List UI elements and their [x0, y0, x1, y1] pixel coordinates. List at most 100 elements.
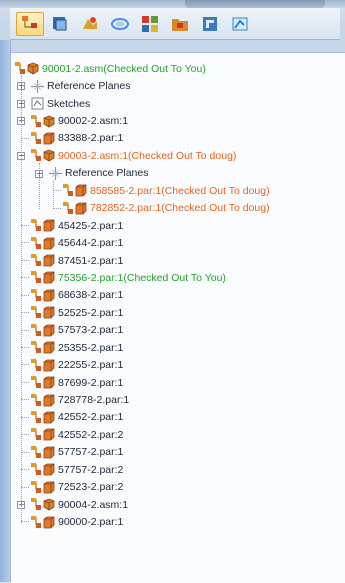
tree-item-label: 728778-2.par:1 — [58, 394, 130, 407]
tree-connector — [21, 521, 29, 523]
pathfinder-toolbar — [10, 8, 340, 40]
parts-library-button[interactable] — [76, 12, 104, 36]
tree-item[interactable]: 52525-2.par:1 — [11, 304, 345, 321]
parts-library-icon — [80, 14, 100, 34]
tree-item-label: 87699-2.par:1 — [58, 376, 124, 389]
tree-connector — [21, 451, 29, 453]
tree-connector — [21, 381, 29, 383]
tree-item-label: 90000-2.par:1 — [58, 516, 124, 529]
tree-item-label: 57757-2.par:1 — [58, 446, 124, 459]
tree-item-label: 90001-2.asm(Checked Out To You) — [42, 62, 206, 75]
tree-item-label: 858585-2.par:1(Checked Out To doug) — [90, 184, 270, 197]
part-icon — [31, 271, 55, 284]
tree-item[interactable]: 45644-2.par:1 — [11, 234, 345, 251]
layers-button[interactable] — [46, 12, 74, 36]
assembly-icon — [15, 62, 39, 75]
layers-icon — [50, 14, 70, 34]
part-icon — [31, 358, 55, 372]
part-icon — [63, 201, 87, 215]
tree-item[interactable]: 68638-2.par:1 — [11, 287, 345, 304]
tree-item-label: 57573-2.par:1 — [58, 324, 124, 337]
tree-connector — [21, 486, 29, 488]
pathfinder-tree-pane: 90001-2.asm(Checked Out To You) + Referen… — [11, 52, 345, 583]
features-button[interactable] — [106, 12, 134, 36]
part-icon — [31, 445, 55, 459]
part-icon — [31, 410, 55, 424]
tree-connector — [21, 329, 29, 331]
tree-item-label: 90003-2.asm:1(Checked Out To doug) — [58, 149, 237, 162]
tree-item[interactable]: − 90003-2.asm:1(Checked Out To doug) — [11, 147, 345, 164]
tree-item[interactable]: 57573-2.par:1 — [11, 322, 345, 339]
tree-item-label: 782852-2.par:1(Checked Out To doug) — [90, 202, 270, 215]
tree-item[interactable]: 72523-2.par:2 — [11, 479, 345, 496]
colors-button[interactable] — [136, 12, 164, 36]
tree-item-label: Reference Planes — [65, 167, 149, 180]
folder-button[interactable] — [166, 12, 194, 36]
folder-icon — [170, 14, 190, 34]
tree-item[interactable]: 45425-2.par:1 — [11, 217, 345, 234]
assembly-tree: 90001-2.asm(Checked Out To You) + Referen… — [11, 53, 345, 531]
part-icon — [31, 463, 55, 476]
tree-item[interactable]: 858585-2.par:1(Checked Out To doug) — [11, 182, 345, 199]
tree-item-label: 57757-2.par:2 — [58, 463, 124, 476]
tree-connector — [21, 347, 29, 348]
tree-connector — [53, 180, 54, 209]
tree-item[interactable]: 22255-2.par:1 — [11, 356, 345, 373]
part-icon — [31, 428, 55, 441]
sketch-view-button[interactable] — [226, 12, 254, 36]
sketches-icon — [31, 97, 44, 110]
tree-item[interactable]: 57757-2.par:2 — [11, 461, 345, 478]
tree-connector — [21, 416, 29, 418]
tree-item[interactable]: 782852-2.par:1(Checked Out To doug) — [11, 200, 345, 217]
part-icon — [31, 515, 55, 529]
part-icon — [31, 306, 55, 319]
tree-item[interactable]: 42552-2.par:2 — [11, 426, 345, 443]
tree-item[interactable]: 25355-2.par:1 — [11, 339, 345, 356]
tree-item[interactable]: 87699-2.par:1 — [11, 374, 345, 391]
tree-connector — [21, 312, 29, 314]
tree-item-label: 42552-2.par:2 — [58, 428, 124, 441]
tree-item-label: Reference Planes — [47, 80, 131, 93]
tree-item[interactable]: + Sketches — [11, 95, 345, 112]
part-icon — [31, 480, 55, 494]
tree-item[interactable]: + 90004-2.asm:1 — [11, 496, 345, 513]
tree-connector — [21, 224, 29, 226]
tree-item-label: 87451-2.par:1 — [58, 254, 124, 267]
tree-item[interactable]: 90001-2.asm(Checked Out To You) — [11, 60, 345, 77]
tree-connector — [21, 434, 29, 436]
part-icon — [31, 376, 55, 389]
reference-planes-icon — [49, 166, 62, 180]
sensors-button[interactable] — [196, 12, 224, 36]
tree-item-label: 42552-2.par:1 — [58, 411, 124, 424]
colors-icon — [140, 14, 160, 34]
part-icon — [31, 341, 55, 354]
tree-connector — [21, 399, 29, 401]
title-fragment — [185, 0, 325, 8]
part-icon — [31, 236, 55, 250]
tree-item[interactable]: 57757-2.par:1 — [11, 444, 345, 461]
tree-item[interactable]: 83388-2.par:1 — [11, 130, 345, 147]
tree-connector — [21, 75, 22, 523]
tree-item[interactable]: 728778-2.par:1 — [11, 391, 345, 408]
tree-item-label: 72523-2.par:2 — [58, 481, 124, 494]
tree-connector — [21, 294, 29, 296]
tree-item-label: 68638-2.par:1 — [58, 289, 124, 302]
reference-planes-icon — [31, 79, 44, 93]
tree-connector — [21, 242, 29, 244]
tree-item-label: 25355-2.par:1 — [58, 341, 124, 354]
tree-item[interactable]: + 90002-2.asm:1 — [11, 112, 345, 129]
tree-item[interactable]: 42552-2.par:1 — [11, 409, 345, 426]
left-panel-edge — [0, 40, 11, 582]
assembly-tree-button[interactable] — [16, 11, 44, 36]
assembly-icon — [31, 498, 55, 511]
tree-item[interactable]: 75356-2.par:1(Checked Out To You) — [11, 269, 345, 286]
tree-item[interactable]: + Reference Planes — [11, 165, 345, 182]
tree-item[interactable]: 87451-2.par:1 — [11, 252, 345, 269]
features-icon — [110, 14, 130, 34]
tree-item[interactable]: 90000-2.par:1 — [11, 513, 345, 530]
tree-connector — [39, 162, 40, 209]
tree-item-label: 52525-2.par:1 — [58, 306, 124, 319]
part-icon — [31, 393, 55, 407]
tree-item[interactable]: + Reference Planes — [11, 77, 345, 94]
tree-connector — [21, 259, 29, 261]
